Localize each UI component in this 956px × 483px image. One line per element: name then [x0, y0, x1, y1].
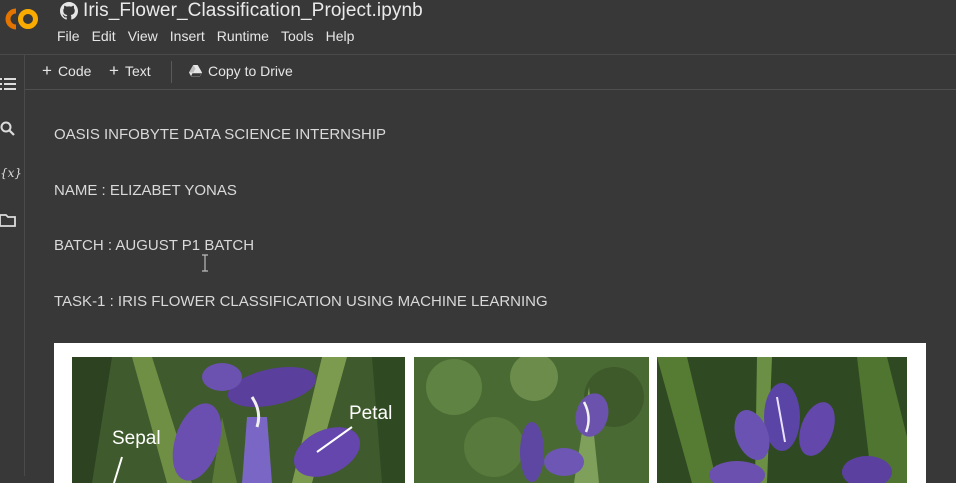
plus-icon: +	[42, 61, 52, 80]
menu-edit[interactable]: Edit	[92, 28, 116, 44]
text-cell-line: OASIS INFOBYTE DATA SCIENCE INTERNSHIP	[54, 126, 386, 143]
left-sidebar: {x}	[0, 55, 25, 476]
notebook-title[interactable]: Iris_Flower_Classification_Project.ipynb	[83, 0, 423, 22]
add-code-label: Code	[57, 63, 92, 79]
toolbar-divider	[171, 61, 172, 83]
sepal-label: Sepal	[112, 428, 161, 449]
folder-icon[interactable]	[0, 211, 18, 229]
notebook-toolbar: + Code + Text Copy to Drive	[25, 55, 956, 90]
menu-help[interactable]: Help	[326, 28, 355, 44]
plus-icon: +	[109, 61, 119, 80]
toc-icon[interactable]	[0, 75, 18, 93]
drive-icon	[189, 65, 202, 77]
add-text-label: Text	[124, 63, 151, 79]
iris-photo-versicolor: Petal Sepal	[72, 357, 405, 483]
add-code-button[interactable]: + Code	[42, 61, 92, 80]
add-text-button[interactable]: + Text	[109, 61, 151, 80]
menu-runtime[interactable]: Runtime	[217, 28, 269, 44]
iris-photo-setosa	[414, 357, 649, 483]
text-cursor-icon	[202, 254, 208, 272]
iris-photo-virginica	[657, 357, 907, 483]
iris-image: Petal Sepal	[54, 343, 926, 483]
menu-insert[interactable]: Insert	[170, 28, 205, 44]
copy-to-drive-button[interactable]: Copy to Drive	[189, 63, 293, 79]
menu-tools[interactable]: Tools	[281, 28, 314, 44]
petal-label: Petal	[349, 403, 393, 424]
menu-bar: File Edit View Insert Runtime Tools Help	[57, 28, 366, 44]
search-icon[interactable]	[0, 120, 18, 138]
header-bar: Iris_Flower_Classification_Project.ipynb…	[0, 0, 956, 55]
menu-file[interactable]: File	[57, 28, 80, 44]
github-icon	[60, 2, 78, 20]
variables-icon[interactable]: {x}	[0, 166, 22, 184]
text-cell-line: BATCH : AUGUST P1 BATCH	[54, 237, 255, 254]
text-cell-line: TASK-1 : IRIS FLOWER CLASSIFICATION USIN…	[54, 293, 548, 310]
copy-to-drive-label: Copy to Drive	[208, 63, 293, 79]
notebook-content: OASIS INFOBYTE DATA SCIENCE INTERNSHIP N…	[25, 90, 956, 483]
colab-logo[interactable]	[0, 2, 44, 36]
notebook-title-row: Iris_Flower_Classification_Project.ipynb	[60, 0, 423, 22]
menu-view[interactable]: View	[128, 28, 158, 44]
text-cell-line: NAME : ELIZABET YONAS	[54, 182, 237, 199]
